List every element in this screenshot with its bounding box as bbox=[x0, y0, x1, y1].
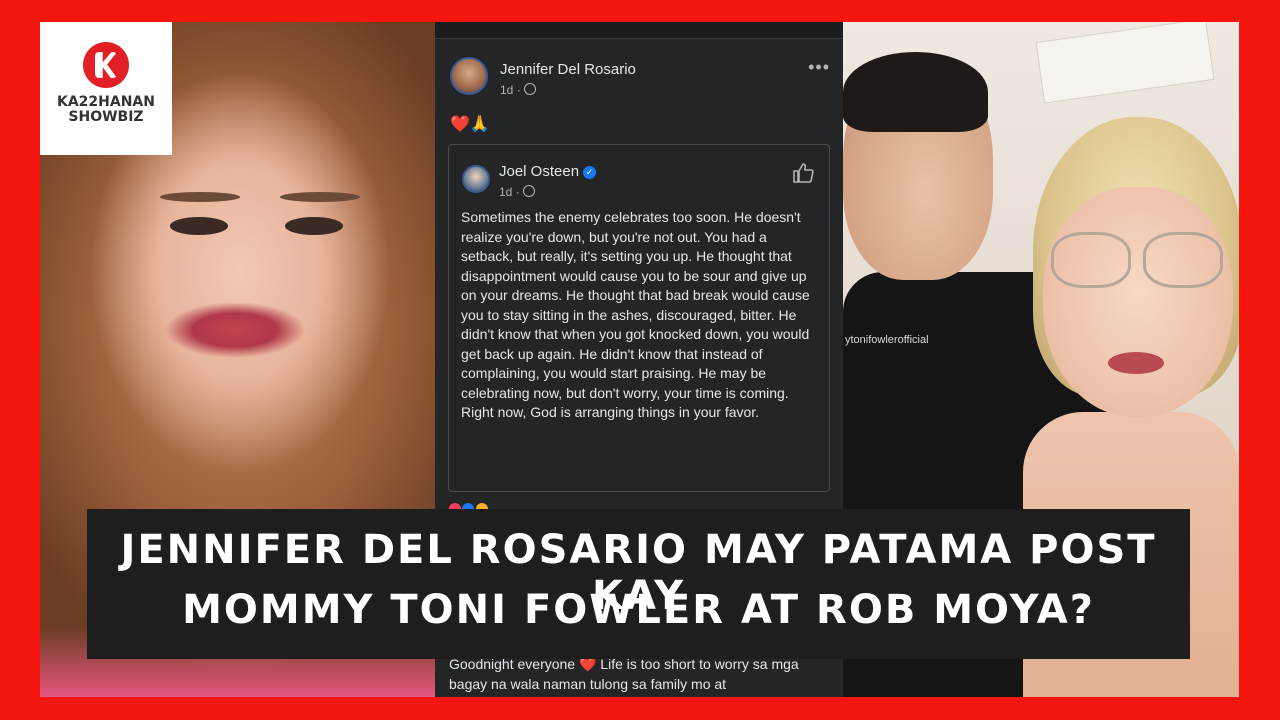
headline-line2: MOMMY TONI FOWLER AT ROB MOYA? bbox=[182, 587, 1095, 633]
shared-author-avatar[interactable] bbox=[462, 165, 490, 193]
air-conditioner bbox=[1035, 22, 1215, 104]
glasses-left-lens bbox=[1051, 232, 1131, 288]
shared-post-text: Sometimes the enemy celebrates too soon.… bbox=[461, 209, 810, 420]
logo-text-line2: SHOWBIZ bbox=[68, 109, 144, 125]
glasses-right-lens bbox=[1143, 232, 1223, 288]
shared-post[interactable]: Joel Osteen ✓ 1d · Sometimes the enemy ce… bbox=[448, 144, 830, 492]
logo-text-line1: KA22HANAN bbox=[57, 94, 155, 110]
post-meta: 1d · bbox=[500, 83, 536, 97]
post-emoji-line: ❤️🙏 bbox=[450, 116, 490, 133]
woman-lips bbox=[1108, 352, 1164, 374]
left-brow bbox=[160, 192, 240, 202]
author-avatar[interactable] bbox=[450, 57, 488, 95]
k-logo-icon bbox=[83, 42, 129, 88]
fb-topbar bbox=[435, 22, 843, 39]
post-header: Jennifer Del Rosario 1d · ••• bbox=[450, 57, 830, 101]
left-eye bbox=[170, 217, 228, 235]
man-hair bbox=[843, 52, 988, 132]
shared-post-meta: 1d · bbox=[499, 185, 535, 199]
shared-post-author-row: Joel Osteen ✓ bbox=[499, 163, 597, 180]
headline-banner: JENNIFER DEL ROSARIO MAY PATAMA POST KAY… bbox=[87, 509, 1190, 659]
right-brow bbox=[280, 192, 360, 202]
right-eye bbox=[285, 217, 343, 235]
globe-icon bbox=[522, 185, 535, 197]
verified-badge-icon: ✓ bbox=[583, 166, 597, 179]
thumbnail-frame: Jennifer Del Rosario 1d · ••• ❤️🙏 Joel O… bbox=[40, 22, 1239, 697]
post-author[interactable]: Jennifer Del Rosario bbox=[500, 61, 636, 78]
shared-post-author[interactable]: Joel Osteen bbox=[499, 163, 579, 180]
globe-icon bbox=[523, 83, 536, 95]
shirt-text: ytonifowlerofficial bbox=[845, 334, 929, 346]
second-post-text: Goodnight everyone ❤️ Life is too short … bbox=[449, 656, 799, 692]
thumbs-up-icon[interactable] bbox=[791, 161, 815, 185]
post-time: 1d bbox=[500, 83, 514, 97]
woman-face bbox=[1043, 187, 1233, 417]
more-horizontal-icon[interactable]: ••• bbox=[808, 57, 830, 78]
channel-logo: KA22HANAN SHOWBIZ bbox=[40, 22, 172, 155]
shared-post-time: 1d bbox=[499, 185, 513, 199]
logo-text: KA22HANAN SHOWBIZ bbox=[40, 95, 172, 125]
